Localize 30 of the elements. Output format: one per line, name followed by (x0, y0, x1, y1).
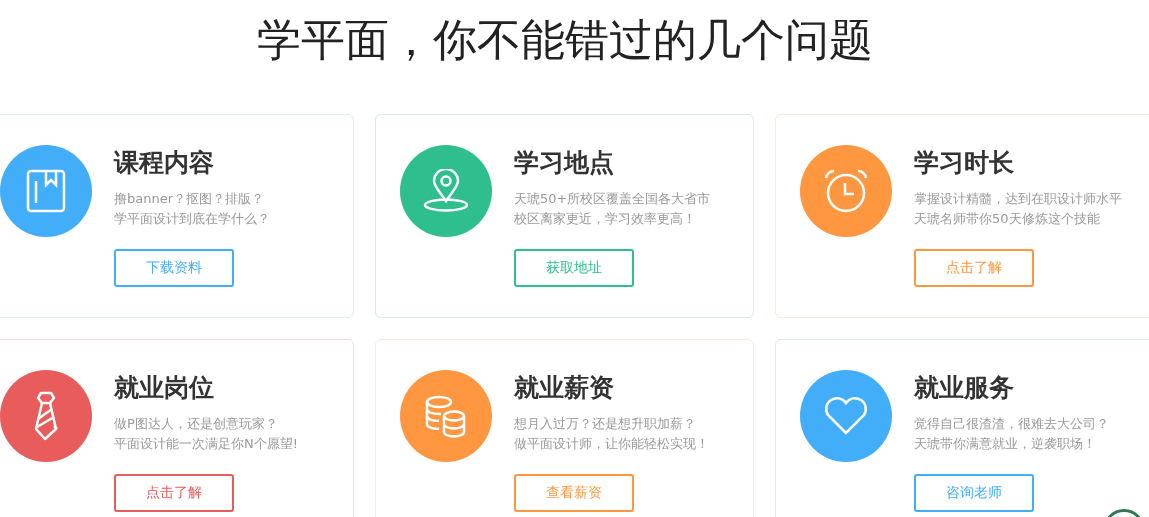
coin-stack-icon (424, 394, 468, 438)
heart-icon (823, 396, 869, 436)
card-button[interactable]: 下载资料 (114, 249, 234, 287)
card-button[interactable]: 获取地址 (514, 249, 634, 287)
description-line: 天琥50+所校区覆盖全国各大省市 (514, 190, 711, 208)
description-line: 做平面设计师，让你能轻松实现！ (514, 435, 709, 453)
description-line: 想月入过万？还是想升职加薪？ (514, 415, 696, 433)
location-pin-icon (423, 169, 469, 213)
description-line: 校区离家更近，学习效率更高！ (514, 210, 696, 228)
card-title: 就业服务 (914, 372, 1015, 404)
card-button[interactable]: 查看薪资 (514, 474, 634, 512)
card-title: 课程内容 (114, 147, 215, 179)
card-title: 学习时长 (914, 147, 1015, 179)
necktie-icon (33, 391, 59, 441)
card-button[interactable]: 点击了解 (114, 474, 234, 512)
description-line: 学平面设计到底在学什么？ (114, 210, 270, 228)
description-line: 天琥带你满意就业，逆袭职场！ (914, 435, 1096, 453)
book-icon (26, 169, 66, 213)
description-line: 觉得自己很渣渣，很难去大公司？ (914, 415, 1109, 433)
page-heading: 学平面，你不能错过的几个问题 (255, 13, 874, 67)
description-line: 天琥名师带你50天修炼这个技能 (914, 210, 1100, 228)
description-line: 撸banner？抠图？排版？ (114, 190, 265, 208)
card-title: 学习地点 (514, 147, 615, 179)
description-line: 掌握设计精髓，达到在职设计师水平 (914, 190, 1122, 208)
alarm-clock-icon (823, 168, 869, 214)
card-button[interactable]: 咨询老师 (914, 474, 1034, 512)
card-title: 就业岗位 (114, 372, 215, 404)
card-button[interactable]: 点击了解 (914, 249, 1034, 287)
card-title: 就业薪资 (514, 372, 615, 404)
description-line: 做P图达人，还是创意玩家？ (114, 415, 278, 433)
